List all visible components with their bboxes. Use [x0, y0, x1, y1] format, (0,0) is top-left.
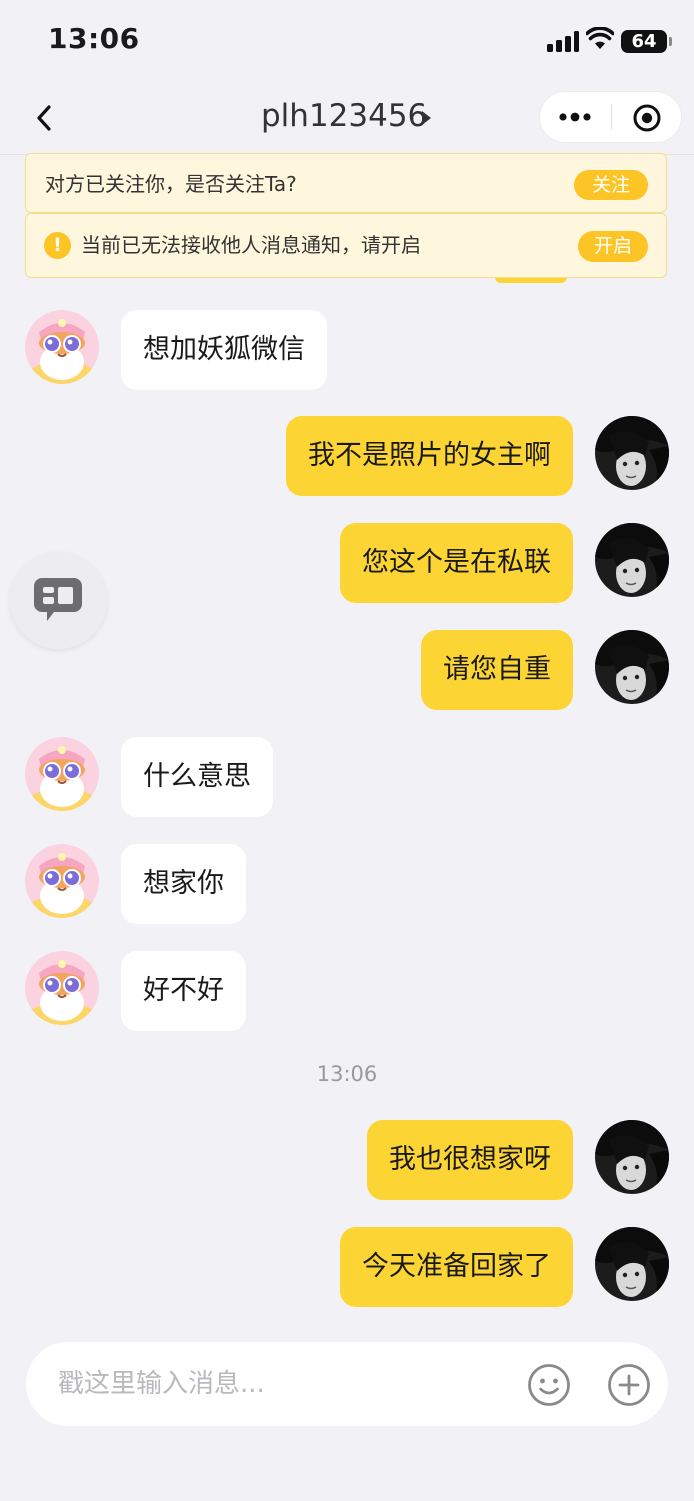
message-row-other: 想家你 [0, 844, 694, 924]
avatar[interactable] [595, 416, 669, 490]
avatar[interactable] [25, 310, 99, 384]
message-bubble[interactable]: 好不好 [121, 951, 246, 1031]
message-row-other: 想加妖狐微信 [0, 310, 694, 390]
message-bubble[interactable]: 什么意思 [121, 737, 273, 817]
avatar[interactable] [595, 523, 669, 597]
avatar[interactable] [25, 737, 99, 811]
message-row-other: 什么意思 [0, 737, 694, 817]
enable-notifications-button[interactable]: 开启 [578, 231, 648, 262]
plus-icon[interactable] [607, 1363, 651, 1407]
notification-banner-text: 当前已无法接收他人消息通知，请开启 [81, 233, 421, 257]
avatar[interactable] [25, 844, 99, 918]
message-row-other: 好不好 [0, 951, 694, 1031]
message-bubble[interactable]: 想家你 [121, 844, 246, 924]
message-input[interactable] [58, 1342, 508, 1426]
time-divider: 13:06 [316, 1062, 378, 1086]
message-row-self: 今天准备回家了 [0, 1227, 694, 1307]
message-bubble[interactable]: 今天准备回家了 [340, 1227, 573, 1307]
avatar[interactable] [595, 630, 669, 704]
message-row-self: 请您自重 [0, 630, 694, 710]
message-bubble[interactable]: 我不是照片的女主啊 [286, 416, 573, 496]
chat-bubble-icon [34, 578, 82, 621]
floating-quick-reply-button[interactable] [10, 552, 107, 649]
avatar[interactable] [25, 951, 99, 1025]
avatar[interactable] [595, 1227, 669, 1301]
avatar[interactable] [595, 1120, 669, 1194]
message-row-self: 我不是照片的女主啊 [0, 416, 694, 496]
emoji-icon[interactable] [527, 1363, 571, 1407]
follow-button[interactable]: 关注 [574, 170, 648, 200]
message-bubble[interactable]: 您这个是在私联 [340, 523, 573, 603]
message-row-self: 我也很想家呀 [0, 1120, 694, 1200]
message-bubble[interactable]: 想加妖狐微信 [121, 310, 327, 390]
message-input-bar [26, 1342, 668, 1426]
message-bubble[interactable]: 请您自重 [421, 630, 573, 710]
message-bubble[interactable]: 我也很想家呀 [367, 1120, 573, 1200]
notification-banner: ! 当前已无法接收他人消息通知，请开启 开启 [25, 213, 667, 278]
follow-banner: 对方已关注你，是否关注Ta? 关注 [25, 153, 667, 213]
warning-icon: ! [44, 232, 71, 259]
follow-banner-text: 对方已关注你，是否关注Ta? [45, 172, 297, 196]
